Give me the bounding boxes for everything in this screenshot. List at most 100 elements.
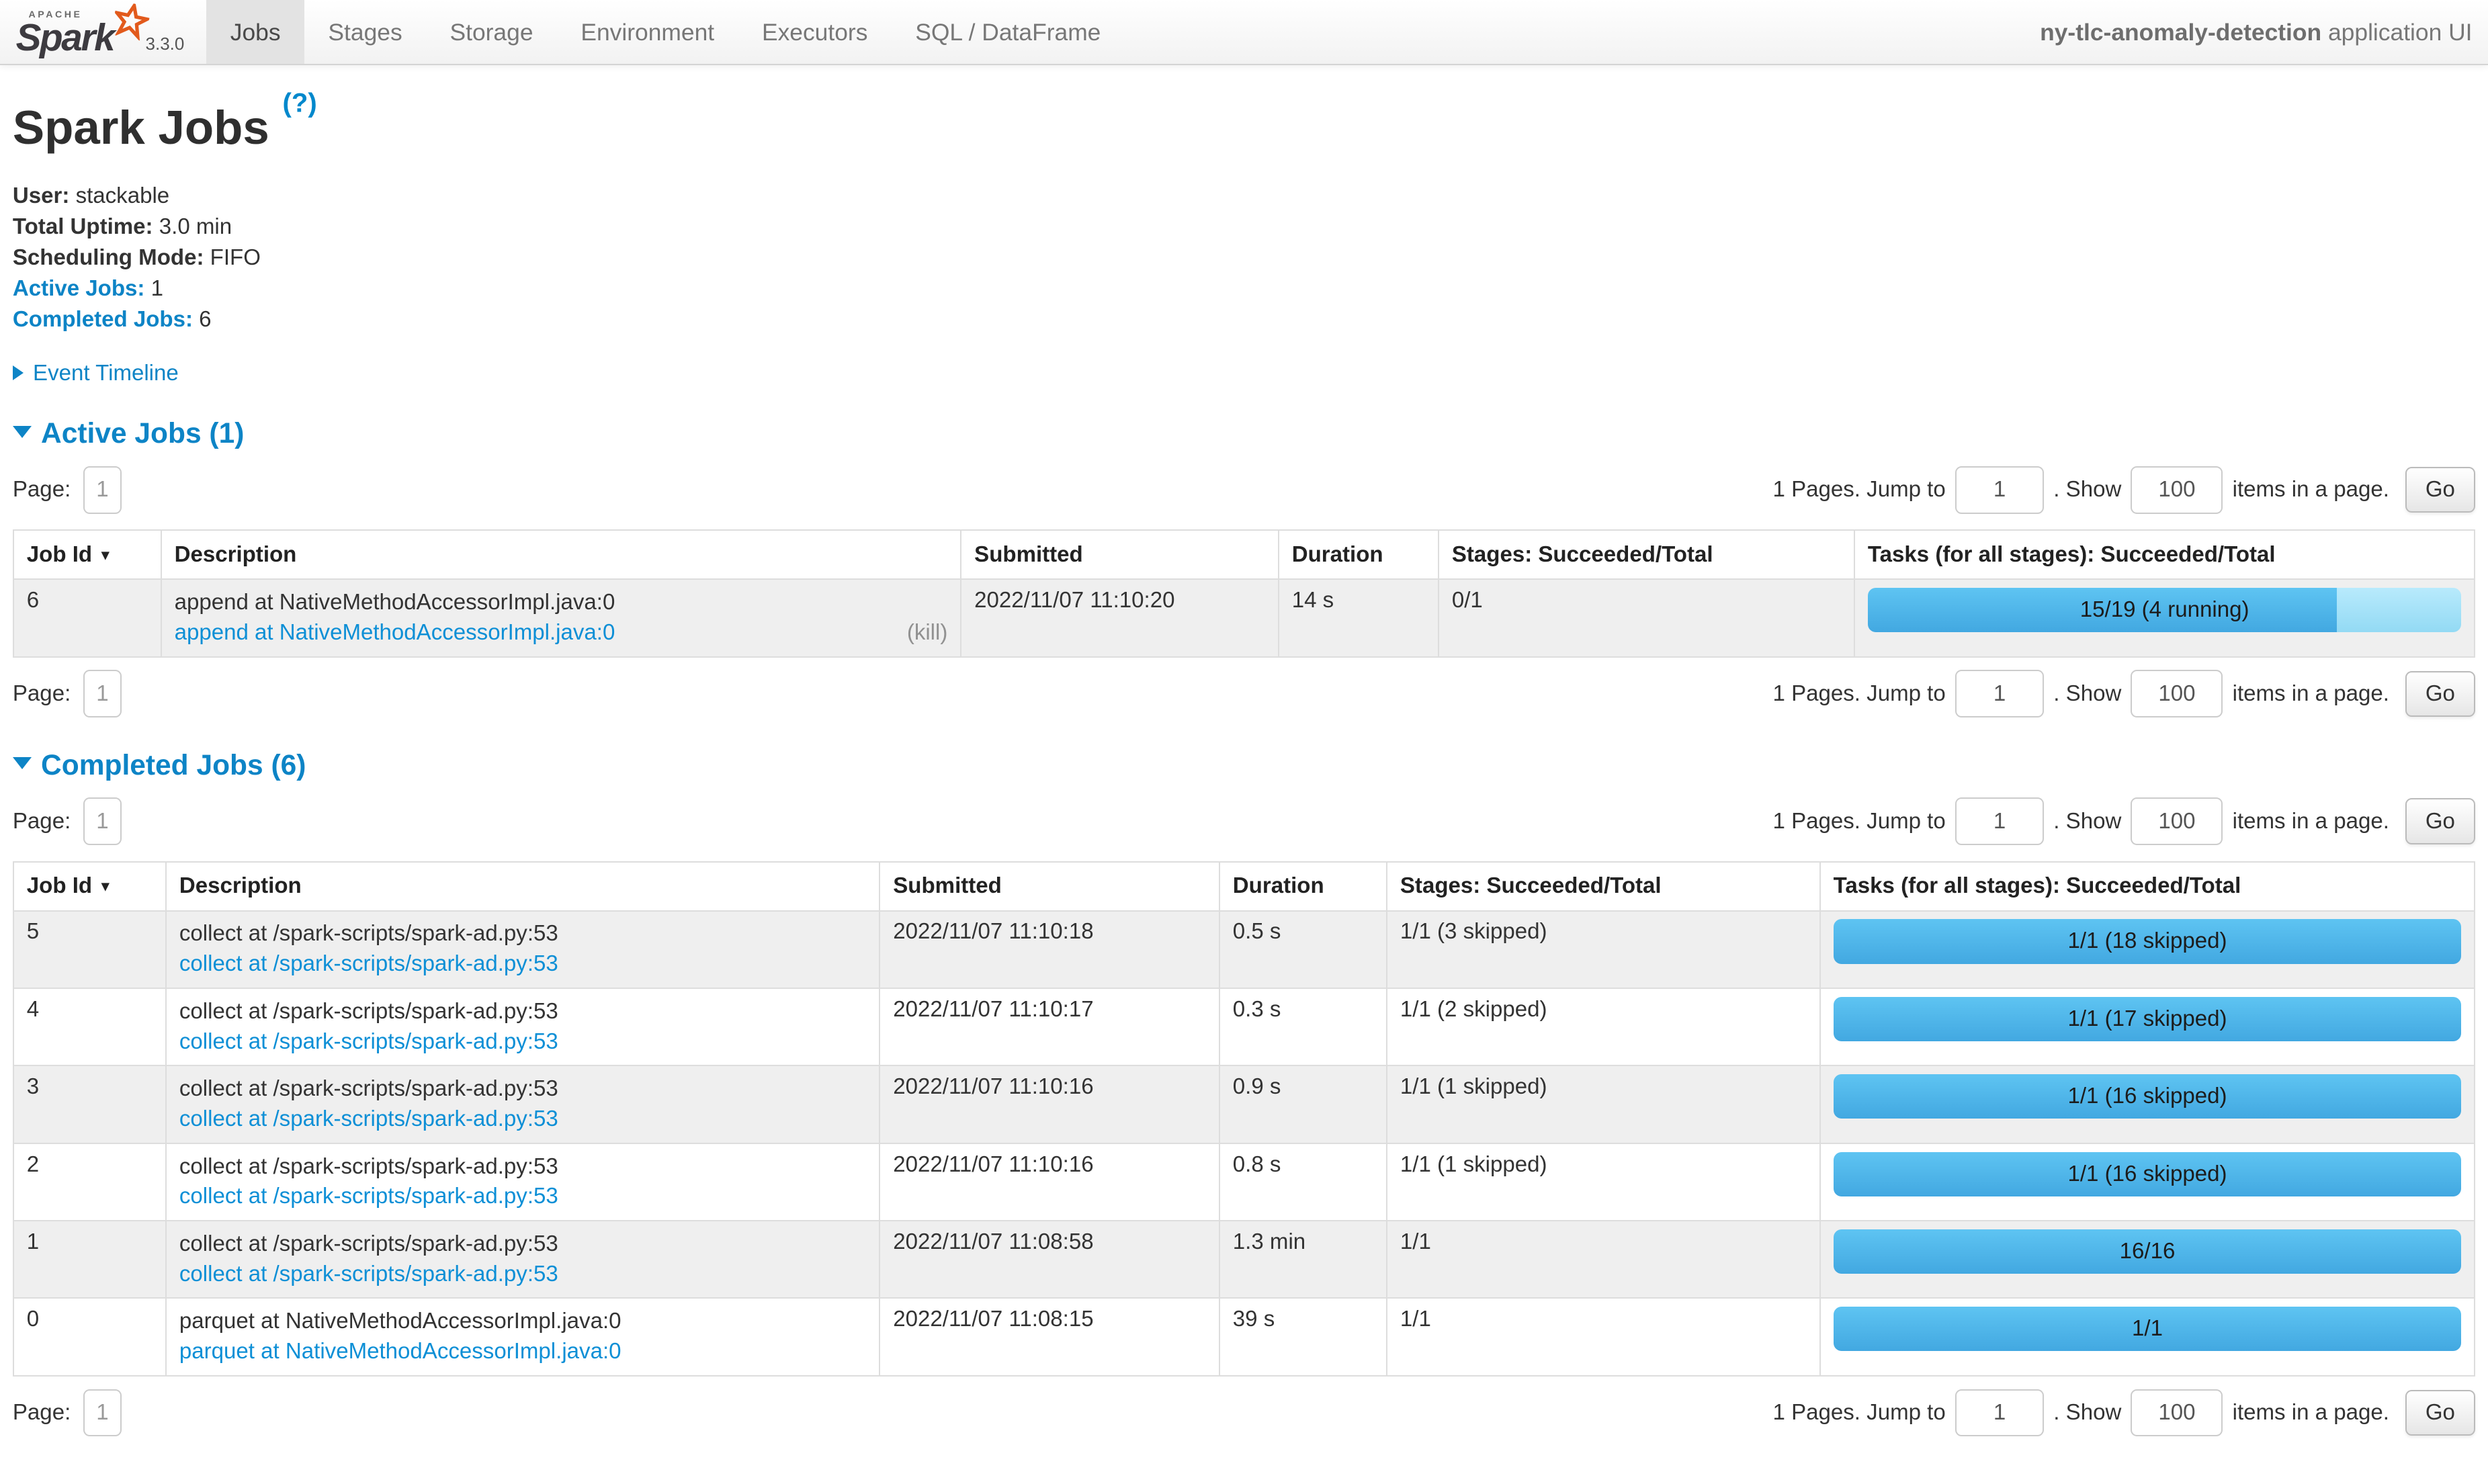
collapse-arrow-icon — [13, 757, 32, 769]
items-label: items in a page. — [2233, 477, 2389, 503]
progress-label: 1/1 (18 skipped) — [1834, 919, 2462, 963]
stages-cell: 1/1 (1 skipped) — [1387, 1065, 1820, 1143]
table-row: 1 collect at /spark-scripts/spark-ad.py:… — [13, 1221, 2475, 1298]
column-header-stages[interactable]: Stages: Succeeded/Total — [1387, 862, 1820, 911]
page-label: Page: — [13, 1400, 71, 1426]
tasks-cell: 1/1 (17 skipped) — [1820, 988, 2475, 1065]
kill-link[interactable]: (kill) — [907, 618, 948, 648]
show-label: . Show — [2053, 1400, 2121, 1426]
progress-label: 1/1 (16 skipped) — [1834, 1074, 2462, 1119]
tab-storage[interactable]: Storage — [426, 0, 557, 64]
items-per-page-input[interactable] — [2131, 797, 2223, 845]
stages-cell: 1/1 (2 skipped) — [1387, 988, 1820, 1065]
column-header-tasks[interactable]: Tasks (for all stages): Succeeded/Total — [1820, 862, 2475, 911]
column-header-job-id[interactable]: Job Id ▼ — [13, 862, 166, 911]
column-header-tasks[interactable]: Tasks (for all stages): Succeeded/Total — [1854, 530, 2475, 579]
page-number-input[interactable] — [83, 1389, 122, 1437]
jump-to-page-input[interactable] — [1955, 797, 2044, 845]
description-cell: collect at /spark-scripts/spark-ad.py:53… — [166, 1221, 880, 1298]
description-link[interactable]: collect at /spark-scripts/spark-ad.py:53 — [179, 1184, 558, 1209]
jump-to-page-input[interactable] — [1955, 466, 2044, 514]
tab-sql-dataframe[interactable]: SQL / DataFrame — [892, 0, 1125, 64]
column-header-job-id[interactable]: Job Id ▼ — [13, 530, 161, 579]
sort-desc-icon: ▼ — [98, 547, 112, 563]
description-cell: collect at /spark-scripts/spark-ad.py:53… — [166, 1065, 880, 1143]
job-id-cell: 3 — [13, 1065, 166, 1143]
progress-label: 16/16 — [1834, 1229, 2462, 1274]
tasks-cell: 16/16 — [1820, 1221, 2475, 1298]
go-button[interactable]: Go — [2405, 1390, 2476, 1436]
help-icon[interactable]: (?) — [283, 87, 317, 118]
items-per-page-input[interactable] — [2131, 466, 2223, 514]
section-header-active-jobs[interactable]: Active Jobs (1) — [13, 418, 2475, 450]
spark-version: 3.3.0 — [146, 34, 185, 58]
tasks-progress-bar: 1/1 (18 skipped) — [1834, 919, 2462, 963]
items-per-page-input[interactable] — [2131, 670, 2223, 717]
duration-cell: 14 s — [1279, 579, 1439, 656]
spark-logo[interactable]: APACHE Spark 3.3.0 — [0, 0, 206, 64]
description-cell: append at NativeMethodAccessorImpl.java:… — [161, 579, 961, 656]
description-link[interactable]: collect at /spark-scripts/spark-ad.py:53 — [179, 1029, 558, 1054]
job-id-cell: 1 — [13, 1221, 166, 1298]
submitted-cell: 2022/11/07 11:10:16 — [880, 1065, 1219, 1143]
application-ui-suffix: application UI — [2321, 19, 2472, 46]
job-id-cell: 5 — [13, 911, 166, 988]
items-label: items in a page. — [2233, 1400, 2389, 1426]
tab-environment[interactable]: Environment — [557, 0, 738, 64]
table-header-row: Job Id ▼ Description Submitted Duration … — [13, 530, 2475, 579]
tab-executors[interactable]: Executors — [738, 0, 892, 64]
go-button[interactable]: Go — [2405, 467, 2476, 513]
pagination-completed-top: Page: 1 Pages. Jump to . Show items in a… — [13, 797, 2475, 845]
job-id-cell: 2 — [13, 1143, 166, 1221]
duration-cell: 0.5 s — [1219, 911, 1387, 988]
go-button[interactable]: Go — [2405, 798, 2476, 844]
page-number-input[interactable] — [83, 466, 122, 514]
jump-to-page-input[interactable] — [1955, 670, 2044, 717]
tasks-cell: 1/1 (16 skipped) — [1820, 1143, 2475, 1221]
column-header-submitted[interactable]: Submitted — [880, 862, 1219, 911]
pages-info: 1 Pages. Jump to — [1773, 809, 1946, 834]
submitted-cell: 2022/11/07 11:10:20 — [961, 579, 1279, 656]
expand-arrow-icon — [13, 365, 24, 380]
tasks-progress-bar: 1/1 (16 skipped) — [1834, 1152, 2462, 1196]
stages-cell: 1/1 (3 skipped) — [1387, 911, 1820, 988]
column-header-duration[interactable]: Duration — [1219, 862, 1387, 911]
column-header-description[interactable]: Description — [161, 530, 961, 579]
description-link[interactable]: parquet at NativeMethodAccessorImpl.java… — [179, 1339, 621, 1364]
items-label: items in a page. — [2233, 809, 2389, 834]
page-number-input[interactable] — [83, 797, 122, 845]
page-label: Page: — [13, 809, 71, 834]
description-link[interactable]: collect at /spark-scripts/spark-ad.py:53 — [179, 1262, 558, 1286]
description-link[interactable]: append at NativeMethodAccessorImpl.java:… — [175, 620, 615, 645]
summary-completed-jobs: Completed Jobs: 6 — [13, 304, 2475, 335]
show-label: . Show — [2053, 477, 2121, 503]
description-link[interactable]: collect at /spark-scripts/spark-ad.py:53 — [179, 951, 558, 976]
stages-cell: 1/1 — [1387, 1298, 1820, 1375]
job-summary: User: stackable Total Uptime: 3.0 min Sc… — [13, 181, 2475, 335]
page-number-input[interactable] — [83, 670, 122, 717]
column-header-submitted[interactable]: Submitted — [961, 530, 1279, 579]
pages-info: 1 Pages. Jump to — [1773, 681, 1946, 707]
summary-user: User: stackable — [13, 181, 2475, 212]
column-header-stages[interactable]: Stages: Succeeded/Total — [1439, 530, 1854, 579]
event-timeline-toggle[interactable]: Event Timeline — [13, 361, 2475, 386]
section-header-completed-jobs[interactable]: Completed Jobs (6) — [13, 750, 2475, 782]
description-link[interactable]: collect at /spark-scripts/spark-ad.py:53 — [179, 1106, 558, 1131]
items-per-page-input[interactable] — [2131, 1389, 2223, 1437]
tab-jobs[interactable]: Jobs — [206, 0, 304, 64]
description-cell: collect at /spark-scripts/spark-ad.py:53… — [166, 988, 880, 1065]
tab-stages[interactable]: Stages — [304, 0, 426, 64]
completed-jobs-link[interactable]: Completed Jobs: — [13, 307, 193, 332]
duration-cell: 0.8 s — [1219, 1143, 1387, 1221]
go-button[interactable]: Go — [2405, 671, 2476, 717]
column-header-duration[interactable]: Duration — [1279, 530, 1439, 579]
active-jobs-link[interactable]: Active Jobs: — [13, 276, 145, 301]
table-header-row: Job Id ▼ Description Submitted Duration … — [13, 862, 2475, 911]
duration-cell: 1.3 min — [1219, 1221, 1387, 1298]
tasks-progress-bar: 15/19 (4 running) — [1868, 588, 2461, 632]
progress-label: 1/1 (16 skipped) — [1834, 1152, 2462, 1196]
tasks-progress-bar: 16/16 — [1834, 1229, 2462, 1274]
column-header-description[interactable]: Description — [166, 862, 880, 911]
jump-to-page-input[interactable] — [1955, 1389, 2044, 1437]
stages-cell: 0/1 — [1439, 579, 1854, 656]
